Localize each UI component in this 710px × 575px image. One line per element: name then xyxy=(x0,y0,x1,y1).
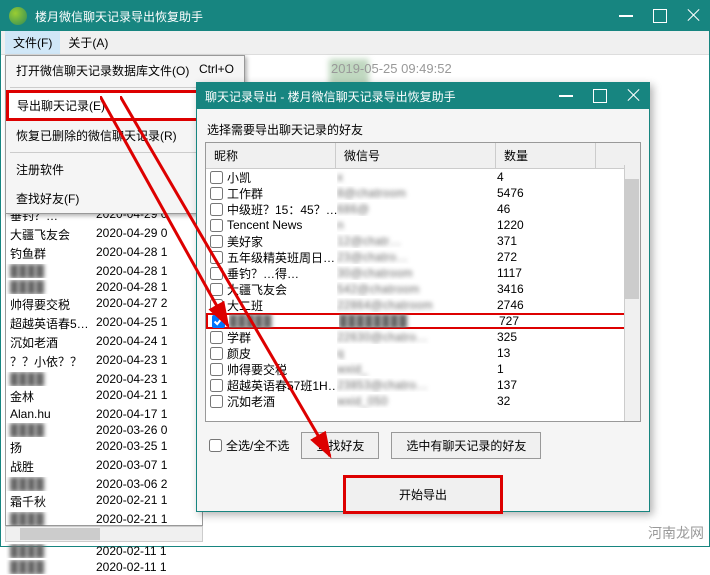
maximize-icon[interactable] xyxy=(593,89,607,103)
close-icon[interactable] xyxy=(687,9,701,23)
list-item[interactable]: 大疆飞友会2020-04-29 0 xyxy=(6,225,202,244)
export-list-header: 昵称 微信号 数量 xyxy=(206,143,640,169)
list-item[interactable]: 美好家12@chatr…371 xyxy=(206,233,640,249)
main-titlebar[interactable]: 楼月微信聊天记录导出恢复助手 xyxy=(1,1,709,31)
list-item[interactable]: ████2020-03-06 2 xyxy=(6,476,202,492)
scrollbar-thumb[interactable] xyxy=(625,179,639,299)
vertical-scrollbar[interactable] xyxy=(624,165,640,421)
list-item[interactable]: ████2020-04-23 1 xyxy=(6,371,202,387)
list-item[interactable]: 帅得要交税wxid_1 xyxy=(206,361,640,377)
list-item[interactable]: 学群22630@chatro…325 xyxy=(206,329,640,345)
list-item[interactable]: ████2020-02-11 1 xyxy=(6,559,202,575)
list-item[interactable]: 五年级精英班周日…23@chatro…272 xyxy=(206,249,640,265)
row-checkbox[interactable] xyxy=(210,267,223,280)
list-item[interactable]: 大疆飞友会542@chatroom3416 xyxy=(206,281,640,297)
list-item[interactable]: 颜皮q13 xyxy=(206,345,640,361)
close-icon[interactable] xyxy=(627,89,641,103)
select-has-chat-button[interactable]: 选中有聊天记录的好友 xyxy=(391,432,541,459)
select-all-checkbox[interactable]: 全选/全不选 xyxy=(209,437,289,454)
menu-file[interactable]: 文件(F) xyxy=(5,31,60,54)
row-checkbox[interactable] xyxy=(210,347,223,360)
col-count[interactable]: 数量 xyxy=(496,143,596,168)
dialog-prompt: 选择需要导出聊天记录的好友 xyxy=(205,117,641,142)
list-item[interactable]: 工作群8@chatroom5476 xyxy=(206,185,640,201)
horizontal-scrollbar[interactable] xyxy=(5,526,203,542)
timestamp-label: 2019-05-25 09:49:52 xyxy=(331,61,452,76)
export-friends-list: 昵称 微信号 数量 小凯x4工作群8@chatroom5476中级班？15：45… xyxy=(205,142,641,422)
minimize-icon[interactable] xyxy=(619,9,633,17)
list-item[interactable]: ████2020-04-28 1 xyxy=(6,279,202,295)
row-checkbox[interactable] xyxy=(210,379,223,392)
menu-open-db[interactable]: 打开微信聊天记录数据库文件(O) Ctrl+O xyxy=(6,56,244,85)
list-item[interactable]: 扬2020-03-25 1 xyxy=(6,438,202,457)
select-all-input[interactable] xyxy=(209,439,222,452)
list-item[interactable]: 战胜2020-03-07 1 xyxy=(6,457,202,476)
find-friend-button[interactable]: 查找好友 xyxy=(301,432,379,459)
row-checkbox[interactable] xyxy=(210,171,223,184)
start-export-button[interactable]: 开始导出 xyxy=(343,475,503,514)
row-checkbox[interactable] xyxy=(210,219,223,232)
list-item[interactable]: 钓鱼群2020-04-28 1 xyxy=(6,244,202,263)
row-checkbox[interactable] xyxy=(210,283,223,296)
list-item[interactable]: ████2020-04-28 1 xyxy=(6,263,202,279)
list-item[interactable]: ████2020-02-21 1 xyxy=(6,511,202,527)
row-checkbox[interactable] xyxy=(210,363,223,376)
export-dialog: 聊天记录导出 - 楼月微信聊天记录导出恢复助手 选择需要导出聊天记录的好友 昵称… xyxy=(196,82,650,512)
maximize-icon[interactable] xyxy=(653,9,667,23)
row-checkbox[interactable] xyxy=(210,299,223,312)
row-checkbox[interactable] xyxy=(212,315,225,328)
row-checkbox[interactable] xyxy=(210,235,223,248)
watermark-label: 河南龙网 xyxy=(648,523,704,543)
list-item[interactable]: 中级班？15：45？…686@46 xyxy=(206,201,640,217)
row-checkbox[interactable] xyxy=(210,251,223,264)
row-checkbox[interactable] xyxy=(210,395,223,408)
friends-list: 好友 最近聊天时间 垂钓？…2020-04-29 0大疆飞友会2020-04-2… xyxy=(5,181,203,526)
list-item[interactable]: 霜千秋2020-02-21 1 xyxy=(6,492,202,511)
list-item[interactable]: 帅得要交税2020-04-27 2 xyxy=(6,295,202,314)
list-item[interactable]: 金林2020-04-21 1 xyxy=(6,387,202,406)
dialog-title: 聊天记录导出 - 楼月微信聊天记录导出恢复助手 xyxy=(205,88,559,105)
friends-rows[interactable]: 垂钓？…2020-04-29 0大疆飞友会2020-04-29 0钓鱼群2020… xyxy=(6,206,202,575)
list-item[interactable]: Tencent Newsn1220 xyxy=(206,217,640,233)
list-item[interactable]: ████2020-03-26 0 xyxy=(6,422,202,438)
list-item[interactable]: 小凯x4 xyxy=(206,169,640,185)
menu-about[interactable]: 关于(A) xyxy=(60,31,116,54)
col-wxid[interactable]: 微信号 xyxy=(336,143,496,168)
list-item[interactable]: 大二班22864@chatroom2746 xyxy=(206,297,640,313)
dialog-titlebar[interactable]: 聊天记录导出 - 楼月微信聊天记录导出恢复助手 xyxy=(197,83,649,109)
row-checkbox[interactable] xyxy=(210,187,223,200)
list-item[interactable]: ？？小依？？2020-04-23 1 xyxy=(6,352,202,371)
list-item[interactable]: █████████████727 xyxy=(206,313,640,329)
export-rows[interactable]: 小凯x4工作群8@chatroom5476中级班？15：45？…686@46Te… xyxy=(206,169,640,409)
list-item[interactable]: 沉如老酒2020-04-24 1 xyxy=(6,333,202,352)
list-item[interactable]: Alan.hu2020-04-17 1 xyxy=(6,406,202,422)
row-checkbox[interactable] xyxy=(210,331,223,344)
col-nickname[interactable]: 昵称 xyxy=(206,143,336,168)
scrollbar-thumb[interactable] xyxy=(20,528,100,540)
list-item[interactable]: 超越英语春57班1H…23853@chatro…137 xyxy=(206,377,640,393)
list-item[interactable]: 沉如老酒wxid_05032 xyxy=(206,393,640,409)
row-checkbox[interactable] xyxy=(210,203,223,216)
list-item[interactable]: ████2020-02-11 1 xyxy=(6,543,202,559)
menubar: 文件(F) 关于(A) xyxy=(1,31,709,55)
list-item[interactable]: 垂钓？…得…30@chatroom1117 xyxy=(206,265,640,281)
minimize-icon[interactable] xyxy=(559,89,573,97)
app-logo-icon xyxy=(9,7,27,25)
list-item[interactable]: 超越英语春5…2020-04-25 1 xyxy=(6,314,202,333)
main-title: 楼月微信聊天记录导出恢复助手 xyxy=(35,8,619,25)
